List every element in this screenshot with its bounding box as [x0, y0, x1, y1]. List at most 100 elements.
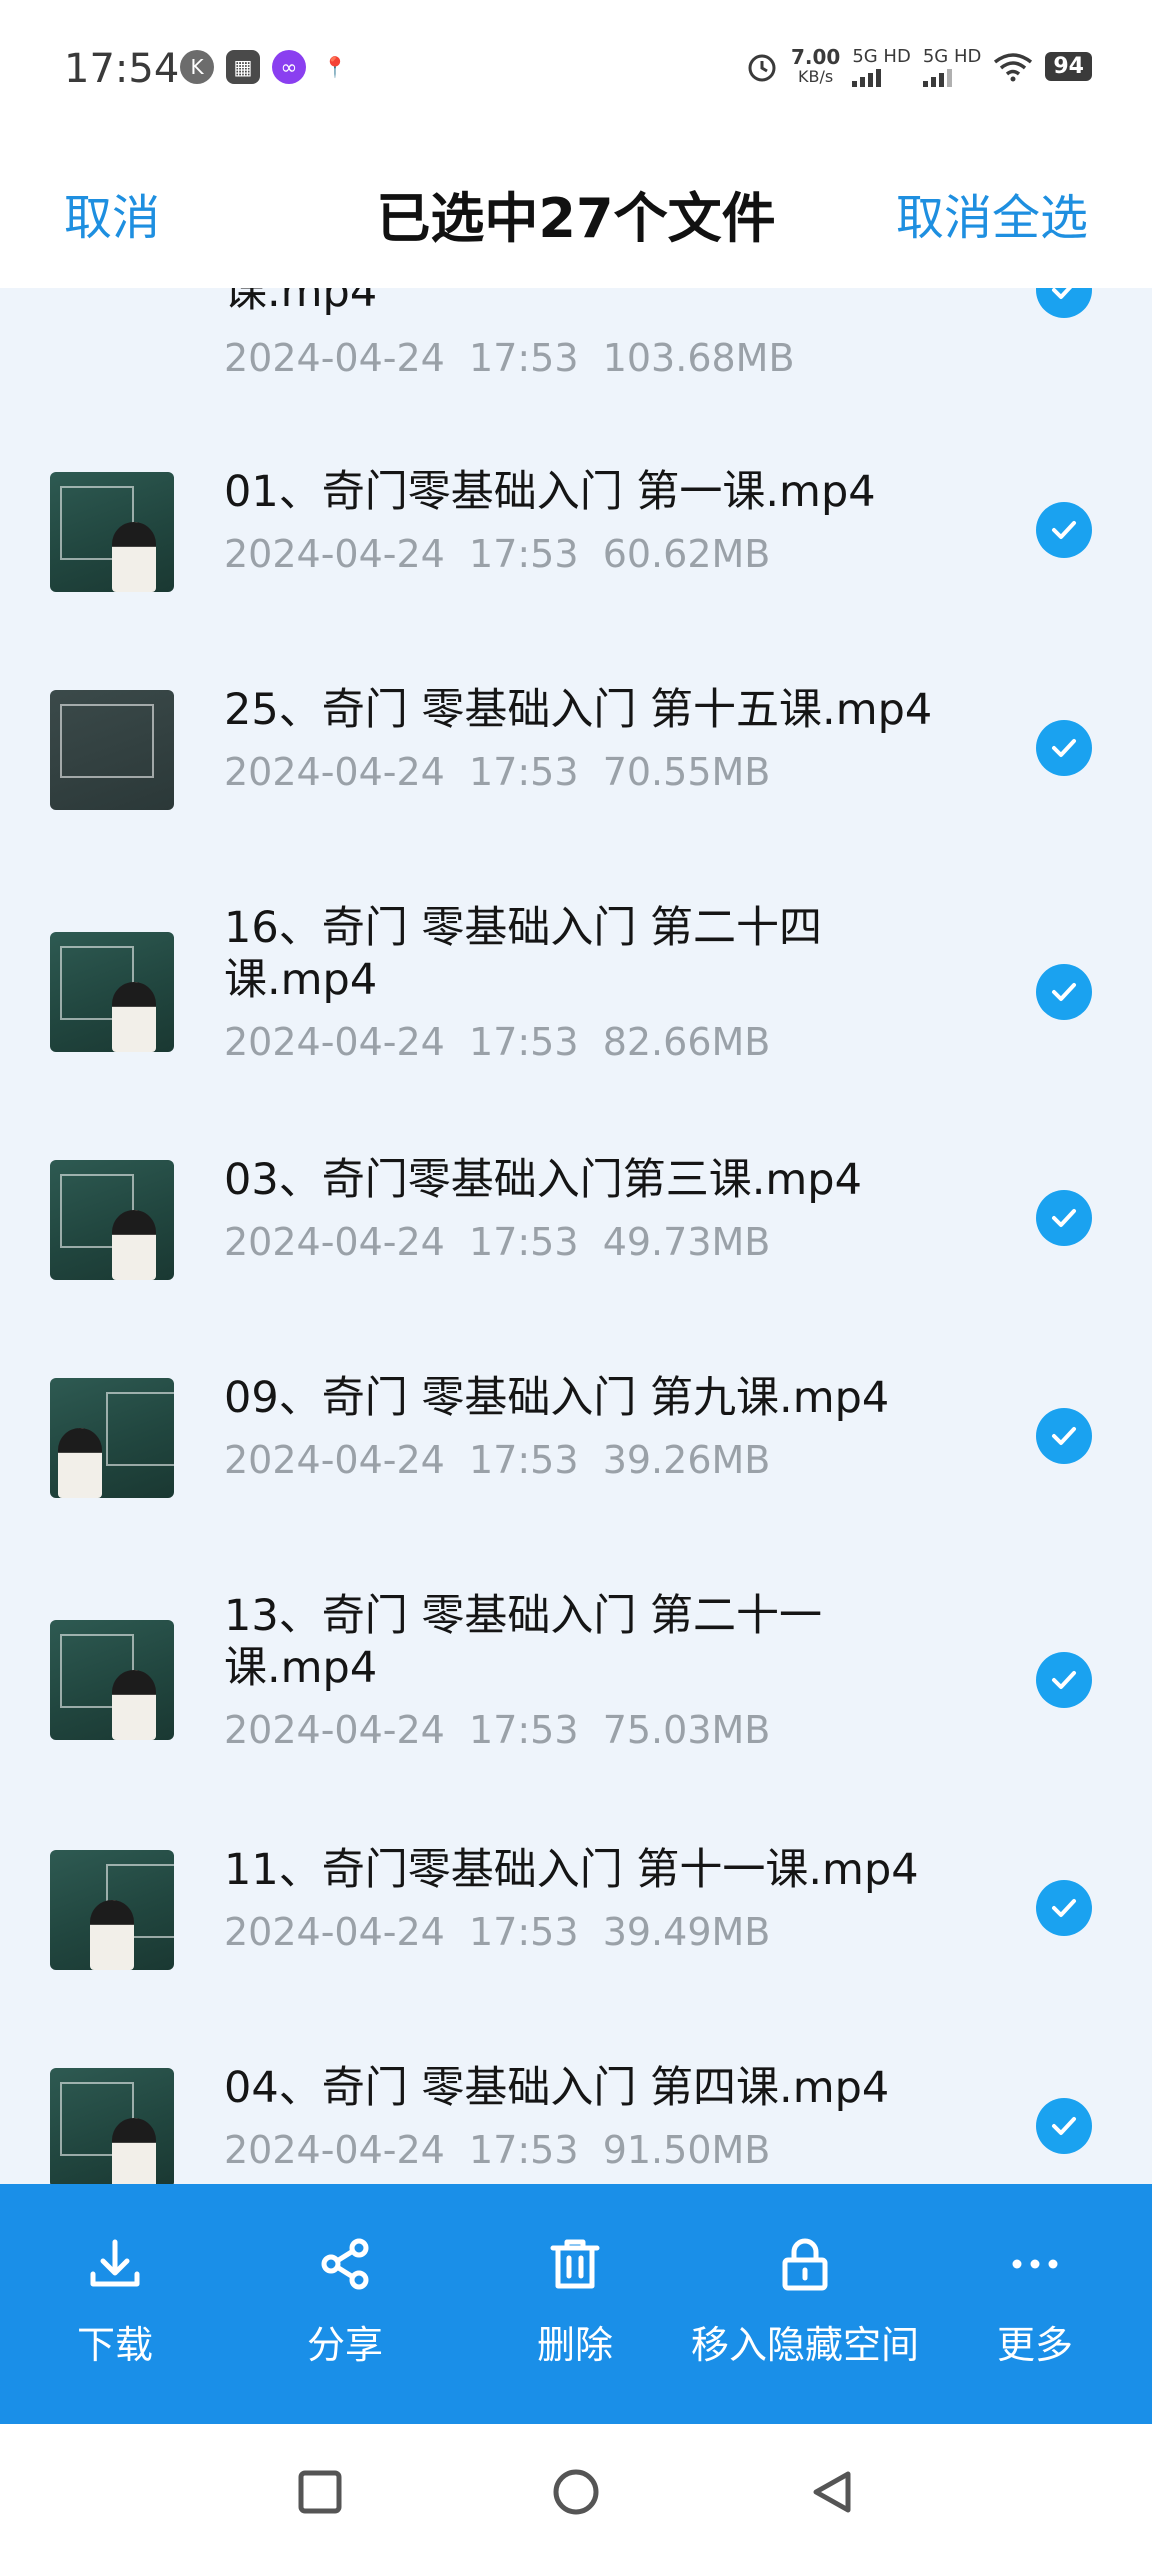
share-label: 分享	[306, 2323, 383, 2367]
list-item[interactable]: 01、奇门零基础入门 第一课.mp4 2024-04-24 17:53 60.6…	[0, 467, 1152, 672]
home-circle-icon[interactable]	[552, 2468, 600, 2516]
list-item[interactable]: 11、奇门零基础入门 第十一课.mp4 2024-04-24 17:53 39.…	[0, 1845, 1152, 2050]
list-item[interactable]: 16、奇门 零基础入门 第二十四课.mp4 2024-04-24 17:53 8…	[0, 903, 1152, 1168]
selected-checkbox[interactable]	[1036, 288, 1092, 318]
video-thumbnail	[50, 2068, 174, 2184]
video-thumbnail	[50, 1160, 174, 1280]
file-time: 17:53	[469, 1910, 579, 1954]
status-right: 7.00 KB/s 5G HD 5G HD 94	[745, 46, 1092, 87]
file-date: 2024-04-24	[224, 532, 445, 576]
selected-checkbox[interactable]	[1036, 502, 1092, 558]
more-label: 更多	[996, 2323, 1073, 2367]
list-item[interactable]: 03、奇门零基础入门第三课.mp4 2024-04-24 17:53 49.73…	[0, 1155, 1152, 1360]
file-time: 17:53	[469, 336, 579, 380]
file-time: 17:53	[469, 1220, 579, 1264]
checkmark-icon	[1052, 983, 1076, 1001]
more-button[interactable]: 更多	[920, 2224, 1150, 2369]
file-meta: 2024-04-24 17:53 49.73MB	[224, 1220, 770, 1264]
wifi-icon	[994, 52, 1033, 81]
file-size: 91.50MB	[602, 2128, 771, 2172]
file-meta: 2024-04-24 17:53 39.26MB	[224, 1438, 770, 1482]
selected-checkbox[interactable]	[1036, 1880, 1092, 1936]
net-speed-unit: KB/s	[798, 66, 834, 86]
net-speed-value: 7.00	[790, 44, 841, 69]
file-name: 16、奇门 零基础入门 第二十四课.mp4	[224, 903, 823, 1005]
file-date: 2024-04-24	[224, 336, 445, 380]
file-date: 2024-04-24	[224, 1020, 445, 1064]
checkmark-icon	[1052, 739, 1076, 757]
file-size: 60.62MB	[602, 532, 771, 576]
status-time: 17:54	[64, 46, 180, 92]
alarm-icon	[748, 54, 776, 81]
file-meta: 2024-04-24 17:53 91.50MB	[224, 2128, 770, 2172]
status-bar: 17:54 K ▦ ∞ 📍 7.00 KB/s 5G HD 5G HD 94	[0, 0, 1152, 140]
file-name: 01、奇门零基础入门 第一课.mp4	[224, 467, 876, 517]
file-date: 2024-04-24	[224, 2128, 445, 2172]
file-name: 13、奇门 零基础入门 第二十一课.mp4	[224, 1591, 823, 1693]
sim2-signal: 5G HD	[922, 46, 981, 87]
video-thumbnail	[50, 932, 174, 1052]
share-icon	[321, 2238, 369, 2290]
file-size: 70.55MB	[602, 750, 771, 794]
file-meta: 2024-04-24 17:53 70.55MB	[224, 750, 770, 794]
file-size: 82.66MB	[602, 1020, 771, 1064]
share-button[interactable]: 分享	[230, 2224, 460, 2369]
file-size: 75.03MB	[602, 1708, 771, 1752]
file-meta: 2024-04-24 17:53 39.49MB	[224, 1910, 770, 1954]
file-time: 17:53	[469, 750, 579, 794]
move-hidden-label: 移入隐藏空间	[690, 2323, 919, 2367]
selected-checkbox[interactable]	[1036, 964, 1092, 1020]
download-button[interactable]: 下载	[0, 2224, 230, 2369]
back-triangle-icon[interactable]	[808, 2468, 856, 2516]
file-meta: 2024-04-24 17:53 75.03MB	[224, 1708, 770, 1752]
file-date: 2024-04-24	[224, 750, 445, 794]
recents-square-icon[interactable]	[296, 2468, 344, 2516]
selected-checkbox[interactable]	[1036, 2098, 1092, 2154]
delete-button[interactable]: 删除	[460, 2224, 690, 2369]
net-speed: 7.00 KB/s	[791, 47, 840, 87]
file-time: 17:53	[469, 1438, 579, 1482]
video-thumbnail	[50, 690, 174, 810]
file-size: 103.68MB	[602, 336, 795, 380]
list-item[interactable]: 09、奇门 零基础入门 第九课.mp4 2024-04-24 17:53 39.…	[0, 1373, 1152, 1578]
file-name: 课.mp4	[224, 288, 378, 317]
file-time: 17:53	[469, 1020, 579, 1064]
delete-label: 删除	[536, 2323, 613, 2367]
selected-checkbox[interactable]	[1036, 1408, 1092, 1464]
selection-header: 取消 已选中27个文件 取消全选	[0, 140, 1152, 288]
checkmark-icon	[1052, 1209, 1076, 1227]
download-icon	[90, 2239, 140, 2287]
sim1-signal: 5G HD	[852, 46, 911, 87]
video-thumbnail	[50, 472, 174, 592]
file-time: 17:53	[469, 532, 579, 576]
video-thumbnail	[50, 1850, 174, 1970]
selected-checkbox[interactable]	[1036, 720, 1092, 776]
checkmark-icon	[1052, 288, 1073, 299]
list-item[interactable]: 13、奇门 零基础入门 第二十一课.mp4 2024-04-24 17:53 7…	[0, 1591, 1152, 1856]
move-hidden-button[interactable]: 移入隐藏空间	[690, 2224, 920, 2369]
download-label: 下载	[76, 2323, 153, 2367]
video-thumbnail	[50, 1378, 174, 1498]
list-item[interactable]: 课.mp4 2024-04-24 17:53 103.68MB	[0, 288, 1152, 408]
video-thumbnail	[50, 1620, 174, 1740]
file-list[interactable]: 课.mp4 2024-04-24 17:53 103.68MB 01、奇门零基础…	[0, 288, 1152, 2184]
list-item[interactable]: 25、奇门 零基础入门 第十五课.mp4 2024-04-24 17:53 70…	[0, 685, 1152, 890]
deselect-all-button[interactable]: 取消全选	[896, 178, 1088, 248]
more-dots-icon	[1012, 2259, 1058, 2269]
file-time: 17:53	[469, 1708, 579, 1752]
system-nav-bar	[0, 2424, 1152, 2560]
sim1-label: 5G HD	[852, 46, 911, 67]
file-meta: 2024-04-24 17:53 82.66MB	[224, 1020, 770, 1064]
selected-checkbox[interactable]	[1036, 1190, 1092, 1246]
checkmark-icon	[1052, 1427, 1076, 1445]
selected-checkbox[interactable]	[1036, 1652, 1092, 1708]
checkmark-icon	[1052, 2117, 1076, 2135]
game-app-icon: ▦	[226, 50, 260, 84]
file-size: 49.73MB	[602, 1220, 771, 1264]
lock-icon	[782, 2238, 828, 2291]
signal-bars-icon	[852, 67, 882, 87]
file-name: 11、奇门零基础入门 第十一课.mp4	[224, 1845, 919, 1895]
list-item[interactable]: 04、奇门 零基础入门 第四课.mp4 2024-04-24 17:53 91.…	[0, 2063, 1152, 2184]
file-meta: 2024-04-24 17:53 103.68MB	[224, 336, 795, 380]
file-name: 09、奇门 零基础入门 第九课.mp4	[224, 1373, 890, 1423]
